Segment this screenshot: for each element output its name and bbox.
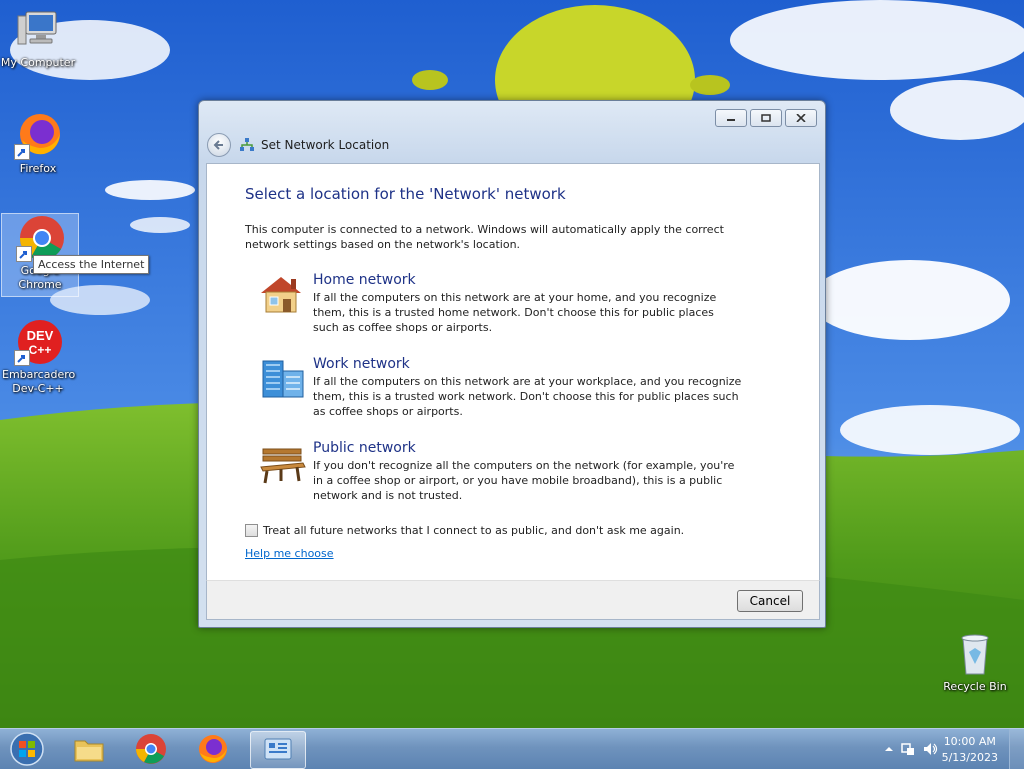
tooltip: Access the Internet	[33, 255, 150, 274]
network-settings-icon	[264, 738, 292, 760]
computer-icon	[14, 6, 62, 54]
back-button[interactable]	[207, 133, 231, 157]
network-tray-icon[interactable]	[900, 741, 916, 757]
shortcut-arrow-icon	[14, 144, 30, 160]
checkbox-label: Treat all future networks that I connect…	[263, 524, 685, 537]
option-title: Home network	[313, 272, 416, 288]
taskbar: 10:00 AM 5/13/2023	[0, 728, 1024, 769]
recycle-bin-icon	[951, 630, 999, 678]
back-arrow-icon	[213, 140, 223, 150]
option-public-network[interactable]: Public network If you don't recognize al…	[257, 439, 757, 503]
close-button[interactable]	[785, 109, 817, 127]
title-bar: Set Network Location	[207, 133, 389, 157]
minimize-icon	[727, 119, 735, 121]
folder-icon	[74, 740, 104, 762]
taskbar-network-location[interactable]	[250, 731, 306, 769]
volume-icon[interactable]	[922, 741, 938, 757]
minimize-button[interactable]	[715, 109, 747, 127]
desktop-icon-firefox[interactable]: Firefox	[0, 112, 76, 176]
option-description: If all the computers on this network are…	[313, 375, 742, 418]
desktop-icon-label: My Computer	[0, 56, 76, 69]
maximize-icon	[761, 114, 771, 122]
option-home-network[interactable]: Home network If all the computers on thi…	[257, 271, 757, 335]
desktop-icon-dev-cpp[interactable]: DEV C++ Embarcadero Dev-C++	[0, 318, 76, 396]
network-icon	[239, 137, 255, 153]
maximize-button[interactable]	[750, 109, 782, 127]
dev-cpp-icon: DEV C++	[14, 318, 62, 366]
clock-date: 5/13/2023	[941, 751, 998, 764]
option-title: Work network	[313, 356, 410, 372]
clock-time: 10:00 AM	[943, 735, 996, 748]
desktop-icon-recycle-bin[interactable]: Recycle Bin	[937, 630, 1013, 694]
window-title: Set Network Location	[261, 138, 390, 152]
desktop-icon-label: Firefox	[19, 162, 57, 175]
firefox-icon	[14, 112, 62, 160]
window-controls	[715, 109, 817, 127]
svg-text:DEV: DEV	[27, 328, 54, 343]
option-description: If you don't recognize all the computers…	[313, 459, 735, 502]
house-icon	[257, 271, 309, 319]
taskbar-chrome[interactable]	[124, 731, 178, 767]
dialog-content: Select a location for the 'Network' netw…	[206, 163, 820, 581]
windows-logo-icon	[10, 732, 44, 766]
dialog-heading: Select a location for the 'Network' netw…	[245, 185, 566, 203]
shortcut-arrow-icon	[16, 246, 32, 262]
cancel-button[interactable]: Cancel	[737, 590, 803, 612]
chrome-icon	[136, 734, 166, 764]
system-tray	[884, 741, 938, 757]
option-work-network[interactable]: Work network If all the computers on thi…	[257, 355, 757, 419]
treat-as-public-row[interactable]: Treat all future networks that I connect…	[245, 524, 684, 537]
desktop-icon-label: Recycle Bin	[943, 680, 1007, 693]
start-button[interactable]	[8, 731, 46, 767]
taskbar-firefox[interactable]	[186, 731, 240, 767]
treat-as-public-checkbox[interactable]	[245, 524, 258, 537]
option-description: If all the computers on this network are…	[313, 291, 717, 334]
dialog-intro: This computer is connected to a network.…	[245, 223, 724, 251]
desktop-icon-label: Embarcadero Dev-C++	[2, 368, 76, 395]
shortcut-arrow-icon	[14, 350, 30, 366]
office-building-icon	[257, 355, 309, 403]
desktop-icon-my-computer[interactable]: My Computer	[0, 6, 76, 70]
firefox-icon	[199, 735, 227, 763]
dialog-footer: Cancel	[206, 580, 820, 620]
close-icon	[796, 114, 806, 122]
svg-text:C++: C++	[29, 343, 52, 357]
set-network-location-window: Set Network Location Select a location f…	[198, 100, 826, 628]
chevron-up-icon[interactable]	[884, 744, 894, 754]
option-title: Public network	[313, 440, 416, 456]
help-me-choose-link[interactable]: Help me choose	[245, 547, 334, 560]
park-bench-icon	[257, 439, 309, 487]
taskbar-file-explorer[interactable]	[62, 731, 116, 767]
show-desktop-button[interactable]	[1009, 729, 1024, 769]
clock[interactable]: 10:00 AM 5/13/2023	[942, 734, 998, 766]
